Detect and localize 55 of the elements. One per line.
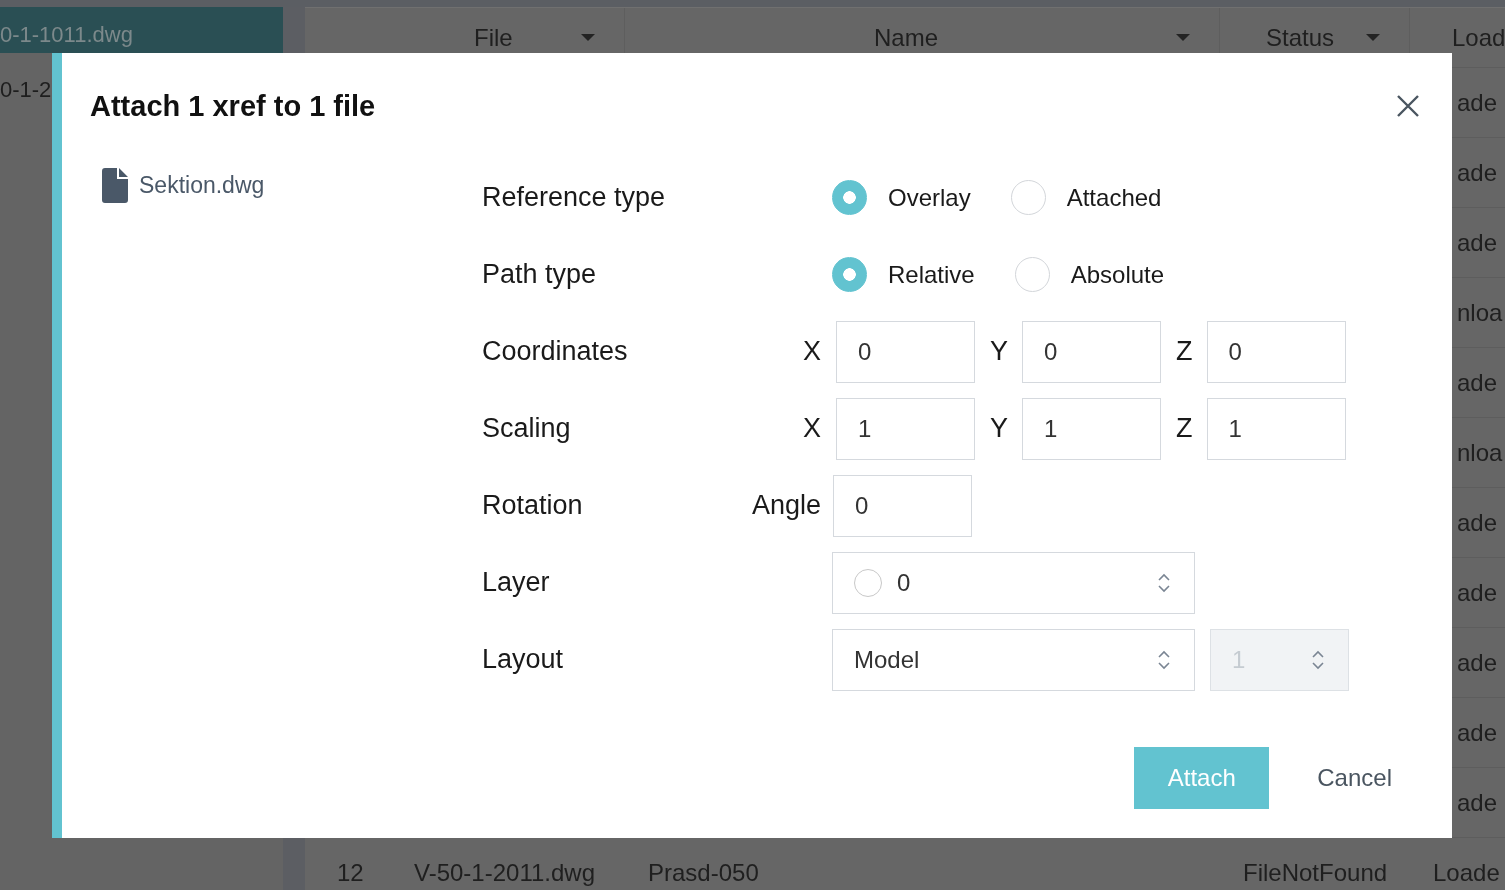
- load-status-text: ade: [1457, 788, 1498, 817]
- radio-option[interactable]: Attached: [1010, 180, 1162, 215]
- load-status-text: ade: [1457, 158, 1498, 187]
- field-label: Scaling: [482, 413, 571, 443]
- load-status-text: ade: [1457, 508, 1498, 537]
- field-label: Layout: [482, 644, 564, 674]
- input-field[interactable]: 1: [1206, 397, 1346, 460]
- load-status-text: ade: [1457, 648, 1498, 677]
- axis-label: X: [803, 413, 821, 444]
- file-name: V-50-1-2011.dwg: [414, 858, 595, 887]
- input-field[interactable]: 0: [833, 474, 972, 537]
- input-field[interactable]: 0: [836, 320, 975, 383]
- input-field[interactable]: 0: [1206, 320, 1346, 383]
- chevron-updown-icon: [1157, 571, 1171, 594]
- caret-icon: [1176, 34, 1190, 41]
- field-label: Rotation: [482, 490, 583, 520]
- axis-label: X: [803, 336, 821, 367]
- caret-icon: [581, 34, 595, 41]
- axis-label: Y: [990, 413, 1008, 444]
- load-status-text: ade: [1457, 578, 1498, 607]
- input-field[interactable]: 1: [836, 397, 975, 460]
- drawing-name: Prasd-050: [648, 858, 759, 887]
- field-label: Layer: [482, 567, 550, 597]
- input-field[interactable]: 1: [1022, 397, 1161, 460]
- file-name[interactable]: Sektion.dwg: [139, 172, 265, 199]
- load-status-text: nloa: [1457, 438, 1503, 467]
- layer-select[interactable]: 0: [832, 551, 1195, 614]
- load-status-text: Loade: [1433, 858, 1500, 887]
- chevron-updown-icon: [1157, 648, 1171, 671]
- axis-label: Z: [1176, 413, 1193, 444]
- input-field[interactable]: 0: [1022, 320, 1161, 383]
- axis-label: Y: [990, 336, 1008, 367]
- field-label: Coordinates: [482, 336, 628, 366]
- field-label: Path type: [482, 259, 597, 289]
- cancel-button[interactable]: Cancel: [1294, 747, 1415, 809]
- layout-select[interactable]: Model: [832, 628, 1195, 691]
- load-status-text: ade: [1457, 88, 1498, 117]
- radio-option[interactable]: Relative: [832, 257, 975, 292]
- chevron-updown-icon: [1311, 648, 1325, 671]
- load-status-text: ade: [1457, 228, 1498, 257]
- load-status-text: nloa: [1457, 298, 1503, 327]
- color-swatch-icon: [854, 568, 882, 597]
- radio-option[interactable]: Overlay: [832, 180, 971, 215]
- status-text: FileNotFound: [1243, 858, 1388, 887]
- field-label: Reference type: [482, 182, 666, 212]
- load-status-text: ade: [1457, 368, 1498, 397]
- load-status-text: ade: [1457, 718, 1498, 747]
- dialog-title: Attach 1 xref to 1 file: [90, 89, 376, 123]
- file-icon: [102, 168, 128, 203]
- row-number: 12: [337, 858, 364, 887]
- angle-label: Angle: [751, 490, 821, 521]
- caret-icon: [1366, 34, 1380, 41]
- radio-option[interactable]: Absolute: [1014, 257, 1165, 292]
- close-icon: [1397, 95, 1419, 117]
- axis-label: Z: [1176, 336, 1193, 367]
